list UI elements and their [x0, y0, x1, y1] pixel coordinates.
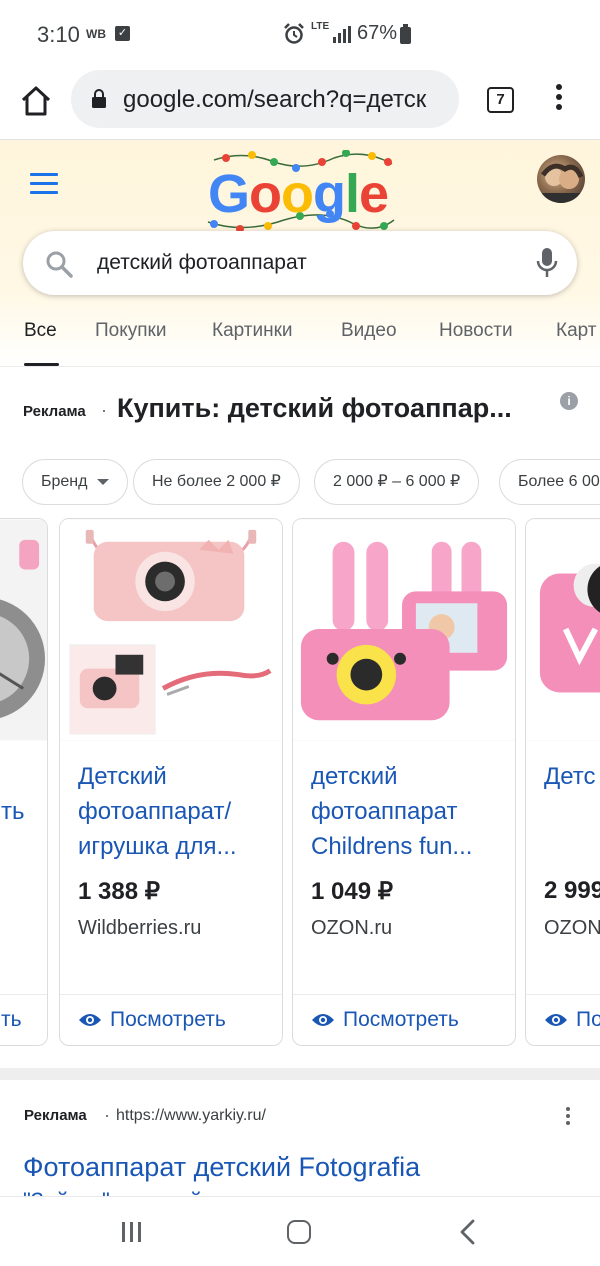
product-shop: OZON	[544, 917, 600, 939]
chip-label: Не более 2 000 ₽	[152, 473, 281, 490]
product-card[interactable]: Детский фотоаппарат/ игрушка для... 1 38…	[59, 518, 283, 1046]
hamburger-menu-icon[interactable]	[30, 173, 58, 200]
browser-toolbar: google.com/search?q=детск 7	[0, 70, 600, 140]
product-title: ть	[1, 798, 25, 825]
card-divider	[60, 994, 282, 995]
product-shop: OZON.ru	[311, 917, 393, 939]
tab-switcher-button[interactable]: 7	[487, 87, 514, 113]
info-icon[interactable]: i	[560, 392, 578, 410]
signal-icon	[333, 26, 351, 43]
battery-icon	[400, 24, 411, 44]
search-query[interactable]: детский фотоаппарат	[97, 251, 307, 275]
filter-chip-under-2000[interactable]: Не более 2 000 ₽	[133, 459, 300, 505]
filter-chip-brand[interactable]: Бренд	[22, 459, 129, 505]
chip-label: 2 000 ₽ – 6 000 ₽	[333, 473, 461, 490]
search-tabs: Все Покупки Картинки Видео Новости Карт	[0, 318, 600, 366]
ad-url: https://www.yarkiy.ru/	[116, 1107, 266, 1124]
header-divider	[0, 366, 600, 367]
search-icon	[46, 251, 73, 278]
product-card[interactable]: ть ть	[0, 518, 48, 1046]
ad-title-link[interactable]: Фотоаппарат детский Fotografia	[23, 1152, 420, 1183]
text-ad: Реклама · https://www.yarkiy.ru/ Фотоапп…	[0, 1080, 600, 1196]
product-title[interactable]: Детс фото Ф779	[544, 759, 600, 794]
carrier-tag: WB	[86, 27, 106, 41]
lock-icon	[92, 89, 106, 108]
search-box[interactable]: детский фотоаппарат	[23, 231, 577, 295]
view-button[interactable]: Посмотреть	[311, 1008, 459, 1032]
system-nav-bar	[0, 1196, 600, 1266]
eye-icon	[79, 1014, 101, 1027]
address-bar[interactable]: google.com/search?q=детск	[71, 70, 459, 128]
product-shop: Wildberries.ru	[78, 917, 202, 939]
card-divider	[526, 994, 600, 995]
view-label: Посмотреть	[343, 1008, 459, 1031]
google-header: Google детский фотоаппарат Все Покупки К…	[0, 140, 600, 366]
recent-apps-icon[interactable]	[121, 1221, 143, 1243]
ad-separator: ·	[104, 1105, 110, 1125]
status-bar: 3:10 WB ✓ LTE 67%	[0, 0, 600, 70]
product-title[interactable]: детский фотоаппарат Childrens fun...	[311, 759, 501, 864]
shopping-ad-header: Реклама · Купить: детский фотоаппар... i	[23, 392, 583, 432]
product-card[interactable]: детский фотоаппарат Childrens fun... 1 0…	[292, 518, 516, 1046]
view-link[interactable]: ть	[1, 1008, 22, 1032]
filter-chip-2000-6000[interactable]: 2 000 ₽ – 6 000 ₽	[314, 459, 480, 505]
checkbox-notification-icon: ✓	[115, 26, 130, 41]
eye-icon	[312, 1014, 334, 1027]
shopping-ad-title: Купить: детский фотоаппар...	[117, 393, 512, 423]
account-avatar[interactable]	[537, 155, 585, 203]
ad-label: Реклама	[24, 1107, 87, 1124]
card-divider	[0, 994, 47, 995]
view-label: По	[576, 1008, 600, 1031]
microphone-icon[interactable]	[536, 247, 558, 279]
product-price: 2 999	[544, 877, 600, 904]
view-button[interactable]: Посмотреть	[78, 1008, 226, 1032]
status-time: 3:10	[37, 22, 80, 47]
product-price: 1 388 ₽	[78, 878, 160, 905]
battery-percent: 67%	[357, 22, 398, 44]
home-icon[interactable]	[17, 82, 55, 120]
browser-menu-icon[interactable]	[552, 84, 566, 114]
ad-subtitle[interactable]: "Зайчик" розовый	[23, 1188, 202, 1196]
product-card[interactable]: Детс фото Ф779 2 999 OZON По	[525, 518, 600, 1046]
product-title[interactable]: Детский фотоаппарат/ игрушка для...	[78, 759, 268, 864]
product-image	[526, 519, 600, 741]
filter-chip-over-6000[interactable]: Более 6 000 ₽	[499, 459, 600, 505]
card-divider	[293, 994, 515, 995]
network-type: LTE	[311, 21, 330, 32]
chip-label: Бренд	[41, 473, 88, 490]
tab-news[interactable]: Новости	[439, 320, 513, 342]
product-carousel: ть ть Детский фотоаппарат/ игрушка для..…	[0, 518, 600, 1048]
alarm-icon	[284, 23, 304, 44]
chevron-down-icon	[97, 478, 110, 485]
tab-images[interactable]: Картинки	[212, 320, 293, 342]
ad-label: Реклама	[23, 403, 86, 420]
tab-videos[interactable]: Видео	[341, 320, 397, 342]
url-text: google.com/search?q=детск	[123, 86, 427, 113]
eye-icon	[545, 1014, 567, 1027]
product-price: 1 049 ₽	[311, 878, 393, 905]
chip-label: Более 6 000 ₽	[518, 473, 600, 490]
tab-shopping[interactable]: Покупки	[95, 320, 166, 342]
view-button[interactable]: По	[544, 1008, 600, 1032]
tab-all[interactable]: Все	[24, 320, 57, 342]
product-image	[0, 519, 47, 741]
product-image	[60, 519, 282, 741]
more-options-icon[interactable]	[566, 1107, 572, 1128]
back-icon[interactable]	[458, 1219, 476, 1245]
filter-chips: Бренд Не более 2 000 ₽ 2 000 ₽ – 6 000 ₽…	[0, 459, 600, 505]
tab-maps[interactable]: Карт	[556, 320, 597, 342]
google-doodle-logo[interactable]: Google	[204, 150, 396, 234]
product-image	[293, 519, 515, 741]
svg-text:Google: Google	[208, 164, 388, 224]
home-nav-icon[interactable]	[287, 1220, 311, 1244]
ad-separator: ·	[101, 400, 107, 420]
section-divider	[0, 1068, 600, 1080]
view-label: Посмотреть	[110, 1008, 226, 1031]
